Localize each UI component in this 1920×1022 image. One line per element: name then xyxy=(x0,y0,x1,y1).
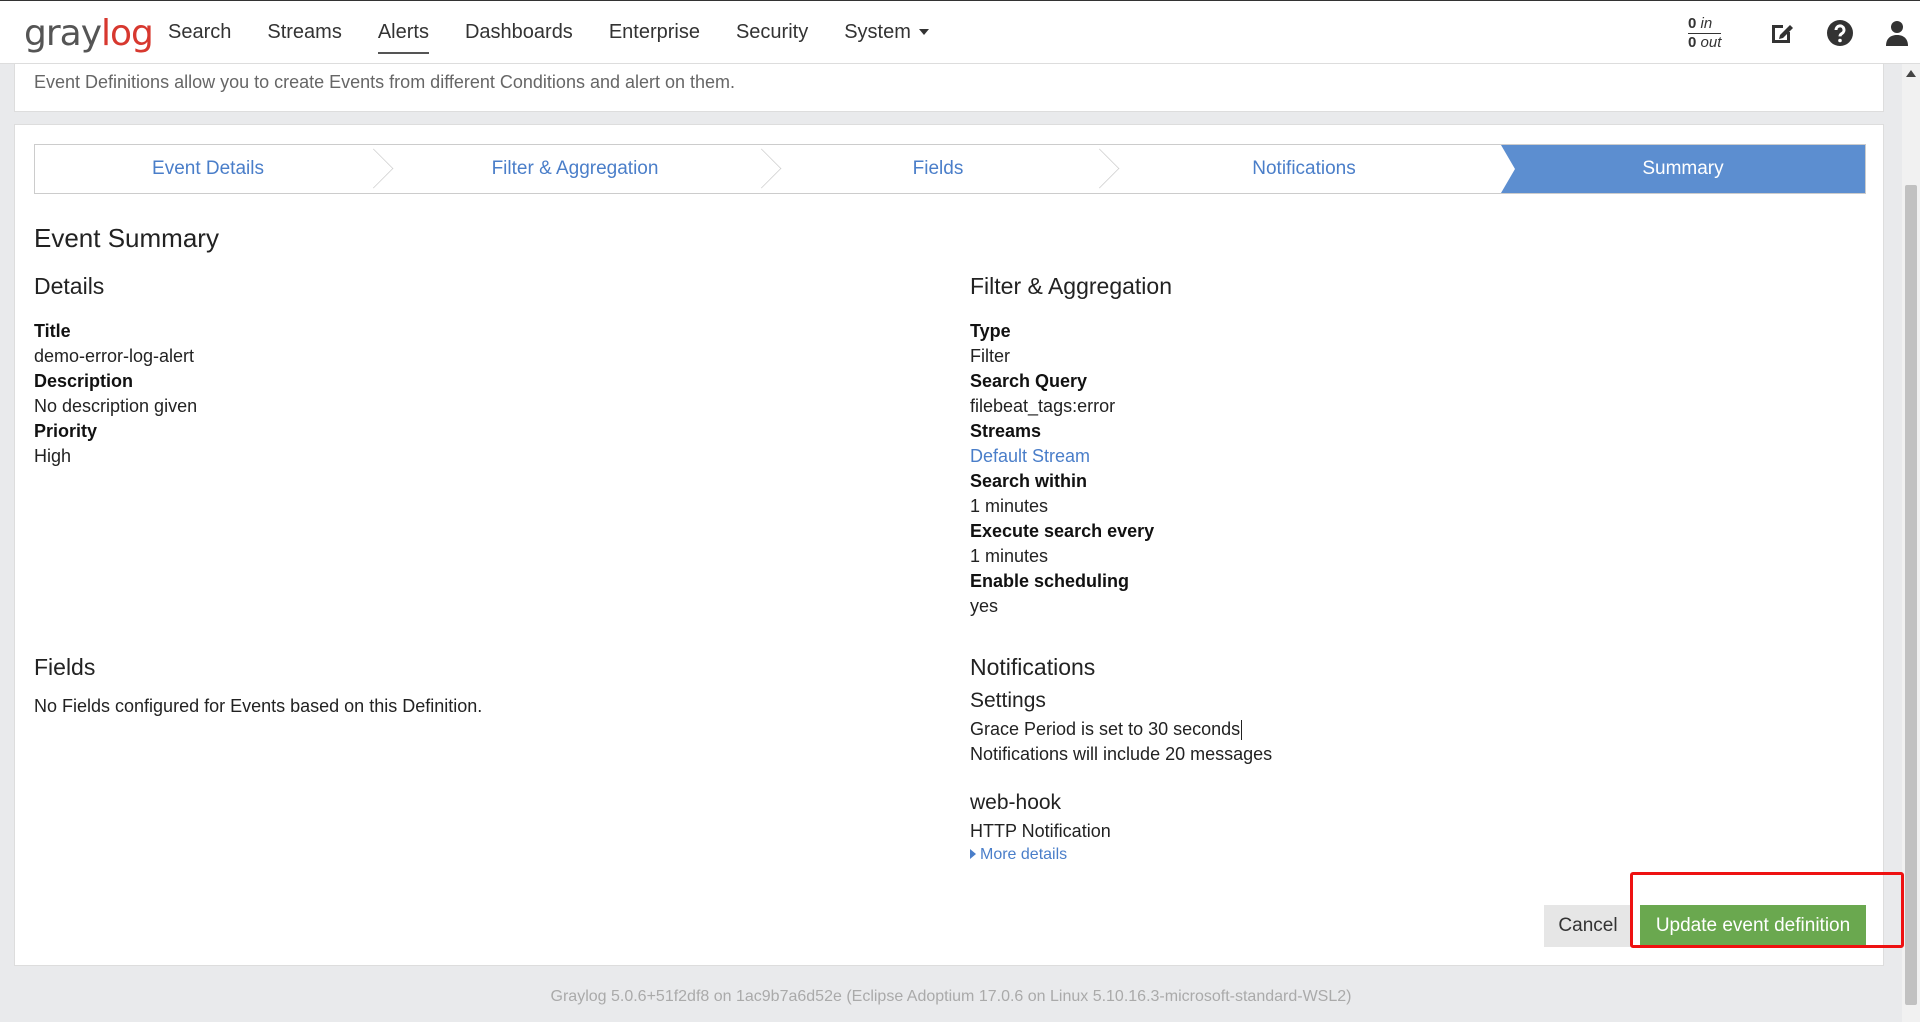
streams-label: Streams xyxy=(970,421,1042,441)
search-query-value: filebeat_tags:error xyxy=(970,396,1116,416)
wizard-panel: Event Details Filter & Aggregation Field… xyxy=(14,124,1884,966)
nav-search[interactable]: Search xyxy=(168,17,231,48)
edit-icon[interactable] xyxy=(1768,19,1796,47)
highlight-box xyxy=(1630,872,1904,948)
more-details-label: More details xyxy=(980,846,1068,863)
throughput-in-label: in xyxy=(1700,15,1713,32)
nav-system-label: System xyxy=(844,20,911,43)
main-nav: Search Streams Alerts Dashboards Enterpr… xyxy=(150,1,947,63)
priority-label: Priority xyxy=(34,421,98,441)
settings-heading: Settings xyxy=(970,689,1046,712)
details-heading: Details xyxy=(34,273,105,299)
execute-every-value: 1 minutes xyxy=(970,546,1049,566)
title-label: Title xyxy=(34,321,71,341)
description-label: Description xyxy=(34,371,134,391)
nav-enterprise[interactable]: Enterprise xyxy=(609,17,700,48)
nav-streams[interactable]: Streams xyxy=(267,17,341,48)
step-summary[interactable]: Summary xyxy=(1501,145,1865,193)
throughput-out-count: 0 xyxy=(1688,34,1697,51)
help-icon[interactable] xyxy=(1826,19,1854,47)
step-filter-aggregation[interactable]: Filter & Aggregation xyxy=(381,145,769,193)
event-summary-title: Event Summary xyxy=(34,223,219,253)
fields-message: No Fields configured for Events based on… xyxy=(34,696,483,716)
search-within-value: 1 minutes xyxy=(970,496,1049,516)
step-notifications[interactable]: Notifications xyxy=(1107,145,1501,193)
step-event-details[interactable]: Event Details xyxy=(35,145,381,193)
cancel-button[interactable]: Cancel xyxy=(1544,905,1632,947)
nav-dashboards[interactable]: Dashboards xyxy=(465,17,573,48)
filter-heading: Filter & Aggregation xyxy=(970,273,1173,299)
graylog-logo[interactable]: graylog xyxy=(24,13,154,54)
enable-scheduling-label: Enable scheduling xyxy=(970,571,1130,591)
grace-period-text: Grace Period is set to 30 seconds xyxy=(970,719,1241,739)
priority-value: High xyxy=(34,446,72,466)
caret-down-icon xyxy=(918,29,929,36)
top-navbar: graylog Search Streams Alerts Dashboards… xyxy=(0,0,1920,64)
notification-type: HTTP Notification xyxy=(970,821,1111,841)
page-header-panel: Event Definitions allow you to create Ev… xyxy=(14,64,1884,112)
grace-period-line: Grace Period is set to 30 seconds xyxy=(970,717,1243,742)
title-value: demo-error-log-alert xyxy=(34,346,195,366)
throughput-out-label: out xyxy=(1700,34,1722,51)
search-within-label: Search within xyxy=(970,471,1088,491)
text-cursor xyxy=(1241,720,1243,741)
notifications-include-text: Notifications will include 20 messages xyxy=(970,744,1273,764)
wizard-steps: Event Details Filter & Aggregation Field… xyxy=(34,144,1866,194)
notification-name: web-hook xyxy=(970,791,1062,814)
triangle-right-icon xyxy=(970,849,976,859)
search-query-label: Search Query xyxy=(970,371,1088,391)
nav-security[interactable]: Security xyxy=(736,17,808,48)
enable-scheduling-value: yes xyxy=(970,596,999,616)
scroll-up-icon[interactable] xyxy=(1906,70,1916,77)
scrollbar-thumb[interactable] xyxy=(1905,185,1917,1005)
nav-alerts[interactable]: Alerts xyxy=(377,17,430,54)
throughput-indicator[interactable]: 0 in 0 out xyxy=(1688,15,1722,52)
user-icon[interactable] xyxy=(1883,19,1911,47)
throughput-in-count: 0 xyxy=(1688,15,1697,32)
type-label: Type xyxy=(970,321,1011,341)
page-description: Event Definitions allow you to create Ev… xyxy=(34,72,736,92)
notifications-heading: Notifications xyxy=(970,654,1096,680)
description-value: No description given xyxy=(34,396,198,416)
nav-system[interactable]: System xyxy=(844,17,929,48)
step-fields[interactable]: Fields xyxy=(769,145,1107,193)
type-value: Filter xyxy=(970,346,1010,366)
footer-version: Graylog 5.0.6+51f2df8 on 1ac9b7a6d52e (E… xyxy=(550,988,1352,1005)
fields-heading: Fields xyxy=(34,654,96,680)
filter-list: Type Filter Search Query filebeat_tags:e… xyxy=(970,319,1154,619)
execute-every-label: Execute search every xyxy=(970,521,1155,541)
default-stream-link[interactable]: Default Stream xyxy=(970,444,1154,469)
more-details-link[interactable]: More details xyxy=(970,846,1067,864)
details-list: Title demo-error-log-alert Description N… xyxy=(34,319,197,469)
